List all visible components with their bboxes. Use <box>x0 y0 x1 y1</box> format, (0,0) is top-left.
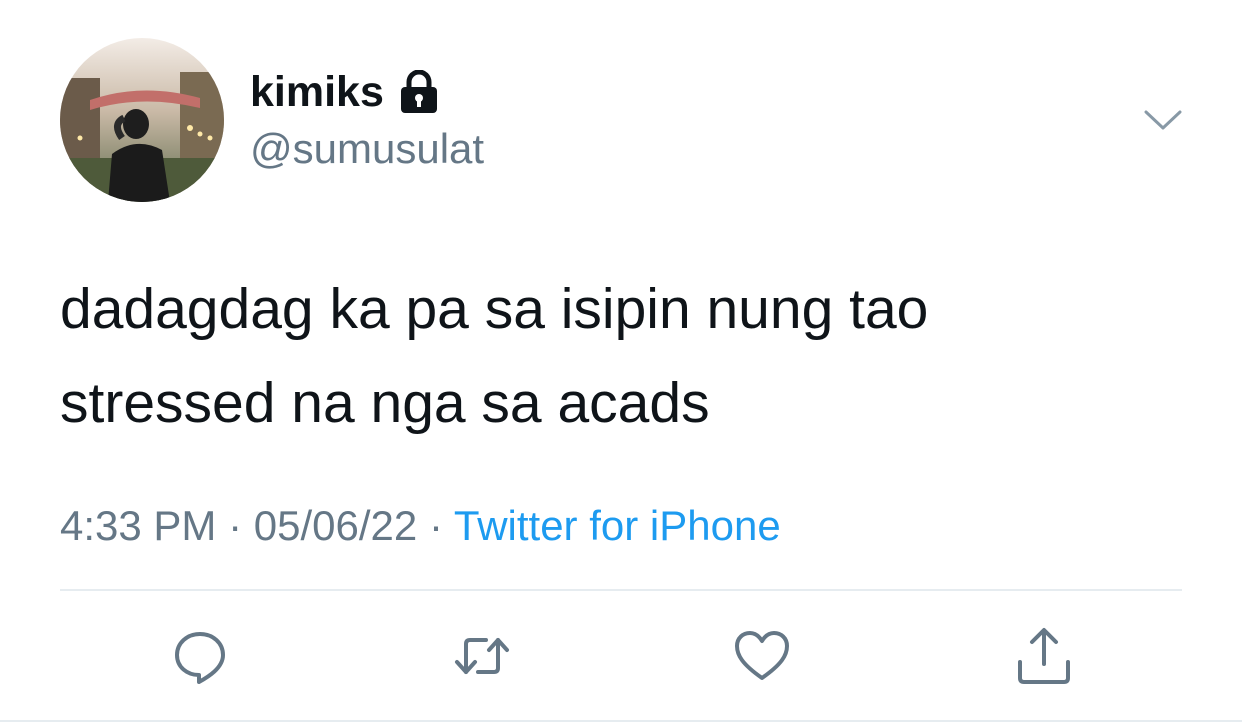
tweet-text-line: dadagdag ka pa sa isipin nung tao <box>60 277 929 341</box>
lock-icon <box>398 70 440 114</box>
author-name-row[interactable]: kimiks <box>250 66 440 118</box>
bottom-divider <box>0 720 1242 722</box>
user-handle[interactable]: @sumusulat <box>250 124 484 174</box>
divider <box>60 589 1182 591</box>
avatar[interactable] <box>60 38 224 202</box>
more-options-button[interactable] <box>1138 100 1188 140</box>
reply-button[interactable] <box>170 626 230 686</box>
meta-separator: · <box>228 502 243 549</box>
tweet-meta: 4:33 PM · 05/06/22 · Twitter for iPhone <box>60 500 781 552</box>
share-button[interactable] <box>1014 626 1074 686</box>
retweet-icon <box>455 638 509 674</box>
share-icon <box>1018 628 1070 684</box>
retweet-button[interactable] <box>452 626 512 686</box>
like-button[interactable] <box>732 626 792 686</box>
avatar-photo <box>60 38 224 202</box>
chevron-down-icon <box>1144 110 1182 130</box>
display-name[interactable]: kimiks <box>250 66 384 118</box>
tweet-date: 05/06/22 <box>253 502 418 549</box>
tweet-text: dadagdag ka pa sa isipin nung tao stress… <box>60 262 1190 450</box>
meta-separator: · <box>428 502 443 549</box>
reply-icon <box>175 632 225 684</box>
tweet-text-line: stressed na nga sa acads <box>60 371 710 435</box>
heart-icon <box>735 631 789 680</box>
tweet-time: 4:33 PM <box>60 502 217 549</box>
tweet-source-link[interactable]: Twitter for iPhone <box>454 502 781 549</box>
